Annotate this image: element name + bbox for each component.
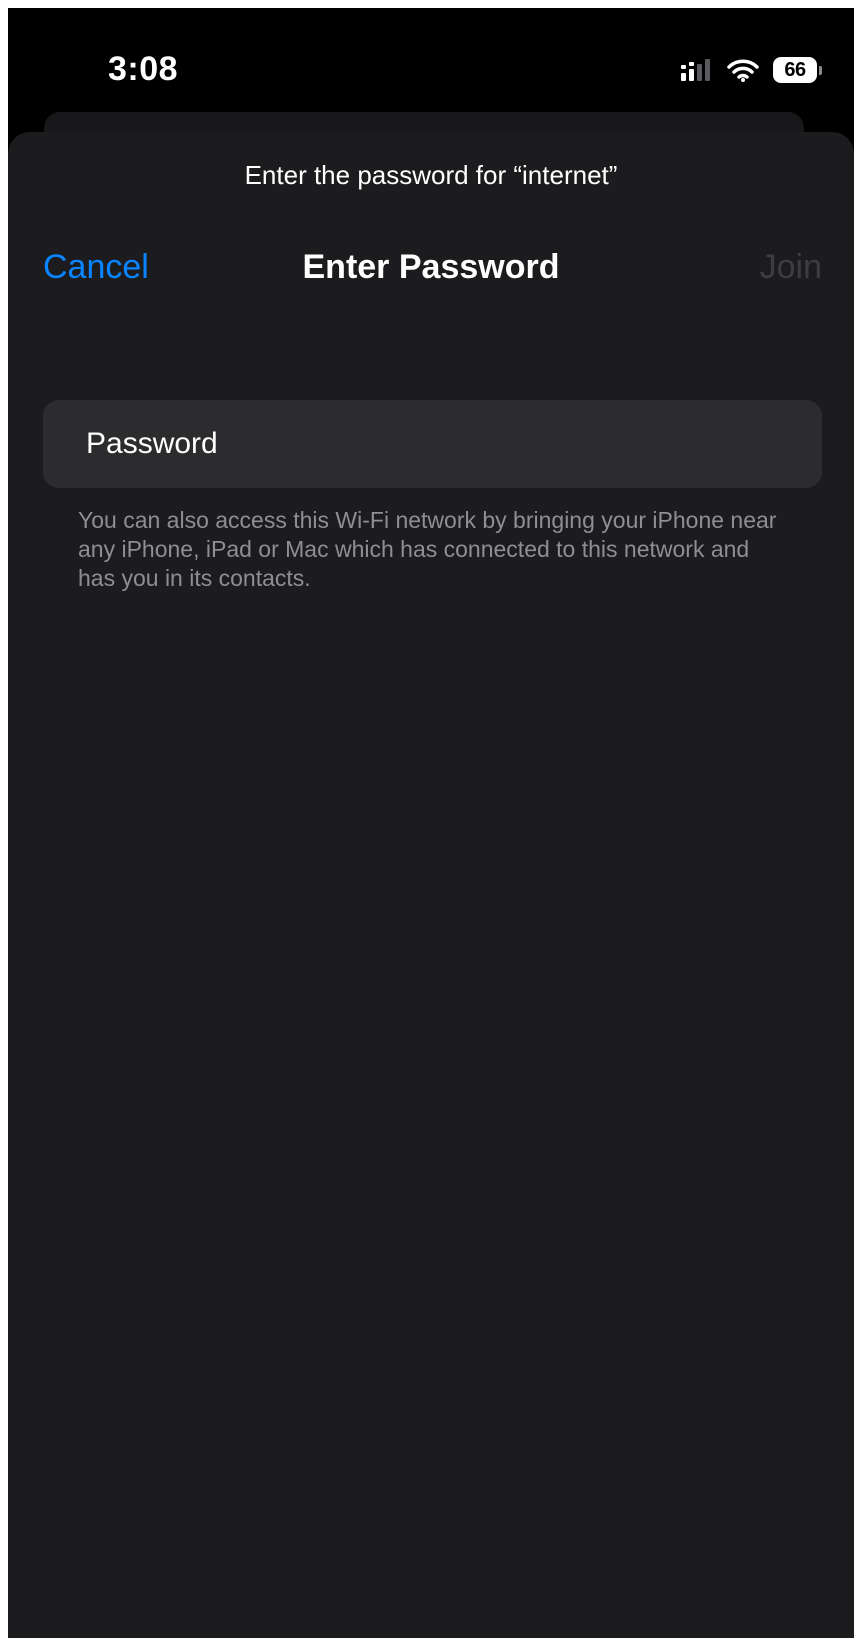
password-input[interactable] xyxy=(43,427,822,461)
status-time: 3:08 xyxy=(108,50,179,88)
battery-level: 66 xyxy=(773,57,817,83)
cellular-signal-icon xyxy=(681,59,710,81)
sheet-nav-bar: Enter Password Cancel Join xyxy=(8,248,854,290)
join-button[interactable]: Join xyxy=(760,248,822,287)
password-field-container[interactable] xyxy=(43,400,822,488)
wifi-icon xyxy=(727,59,759,82)
status-icons: 66 xyxy=(681,56,822,84)
password-prompt: Enter the password for “internet” xyxy=(244,160,618,190)
wifi-sharing-footnote: You can also access this Wi-Fi network b… xyxy=(78,507,777,591)
cancel-button[interactable]: Cancel xyxy=(43,248,149,287)
phone-screen: 3:08 66 Enter the password for “internet… xyxy=(8,8,854,1638)
battery-icon: 66 xyxy=(773,57,822,83)
password-sheet: Enter the password for “internet” Enter … xyxy=(8,132,854,1638)
